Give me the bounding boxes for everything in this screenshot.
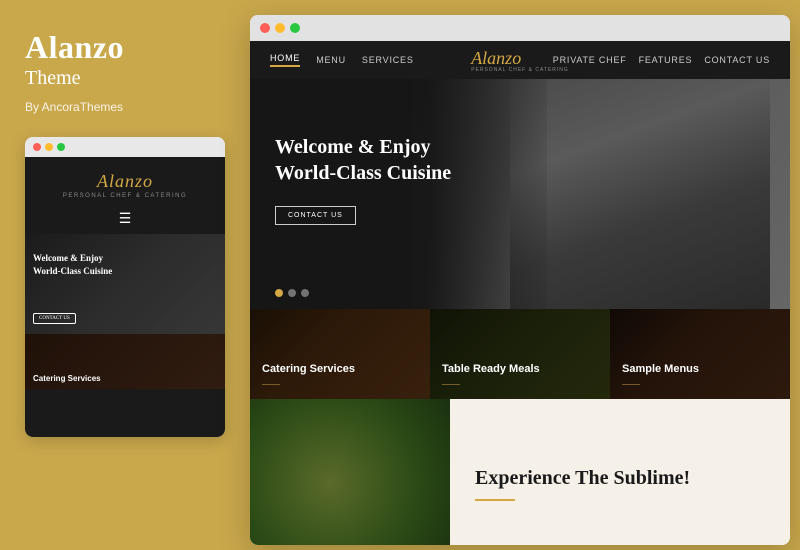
mini-service-label: Catering Services [33,374,101,383]
mini-hero-text: Welcome & EnjoyWorld-Class Cuisine [33,252,112,277]
service-card-table-ready[interactable]: Table Ready Meals —— [430,309,610,399]
service-card-catering[interactable]: Catering Services —— [250,309,430,399]
main-dot-red [260,23,270,33]
main-nav: HOME MENU SERVICES Alanzo PERSONAL CHEF … [250,41,790,79]
main-browser: HOME MENU SERVICES Alanzo PERSONAL CHEF … [250,15,790,545]
brand-by: By AncoraThemes [25,100,123,114]
mini-dot-red [33,143,41,151]
hero-contact-button[interactable]: CONTACT US [275,206,356,225]
mini-content: Alanzo PERSONAL CHEF & CATERING ☰ Welcom… [25,157,225,437]
mini-contact-btn[interactable]: CONTACT US [33,313,76,324]
mini-hamburger-icon: ☰ [25,207,225,234]
nav-link-menu[interactable]: MENU [316,55,346,65]
service-card-catering-arrow: —— [262,379,355,389]
left-panel: Alanzo Theme By AncoraThemes Alanzo PERS… [0,0,248,550]
nav-link-services[interactable]: SERVICES [362,55,414,65]
hero-text-block: Welcome & Enjoy World-Class Cuisine CONT… [275,134,495,225]
brand-title: Alanzo [25,30,124,65]
nav-link-features[interactable]: FEATURES [639,55,693,65]
hero-dot-2[interactable] [288,289,296,297]
service-card-sample-menus[interactable]: Sample Menus —— [610,309,790,399]
hero-dots [275,289,309,297]
mini-logo-text: Alanzo [97,171,153,192]
bottom-section: Experience The Sublime! [250,399,790,545]
service-card-catering-label: Catering Services [262,363,355,375]
mini-browser: Alanzo PERSONAL CHEF & CATERING ☰ Welcom… [25,137,225,437]
services-row: Catering Services —— Table Ready Meals —… [250,309,790,399]
main-dot-green [290,23,300,33]
mini-dot-yellow [45,143,53,151]
service-card-catering-content: Catering Services —— [262,359,355,389]
bottom-img-decor [250,399,450,545]
service-card-sample-menus-arrow: —— [622,379,699,389]
main-hero: Welcome & Enjoy World-Class Cuisine CONT… [250,79,790,309]
hero-dot-3[interactable] [301,289,309,297]
mini-hero: Welcome & EnjoyWorld-Class Cuisine CONTA… [25,234,225,334]
mini-logo-area: Alanzo PERSONAL CHEF & CATERING [25,157,225,207]
bottom-underline-accent [475,499,515,501]
mini-dot-green [57,143,65,151]
chef-bg [510,79,770,309]
service-card-table-ready-content: Table Ready Meals —— [442,359,540,389]
nav-link-contact-us[interactable]: CONTACT US [704,55,770,65]
mini-service-card: Catering Services [25,334,225,389]
brand-subtitle: Theme [25,67,81,90]
service-card-table-ready-arrow: —— [442,379,540,389]
service-card-table-ready-label: Table Ready Meals [442,363,540,375]
service-card-sample-menus-content: Sample Menus —— [622,359,699,389]
service-card-sample-menus-label: Sample Menus [622,363,699,375]
main-browser-bar [250,15,790,41]
bottom-headline: Experience The Sublime! [475,465,690,491]
main-dot-yellow [275,23,285,33]
mini-browser-bar [25,137,225,157]
nav-link-home[interactable]: HOME [270,53,300,67]
chef-figure [510,79,770,309]
mini-logo-sub: PERSONAL CHEF & CATERING [63,193,187,199]
bottom-food-image [250,399,450,545]
hero-headline: Welcome & Enjoy World-Class Cuisine [275,134,495,186]
bottom-text: Experience The Sublime! [450,399,715,545]
main-nav-logo: Alanzo PERSONAL CHEF & CATERING [471,48,569,73]
hero-dot-1[interactable] [275,289,283,297]
nav-right-links: PRIVATE CHEF FEATURES CONTACT US [553,55,770,65]
